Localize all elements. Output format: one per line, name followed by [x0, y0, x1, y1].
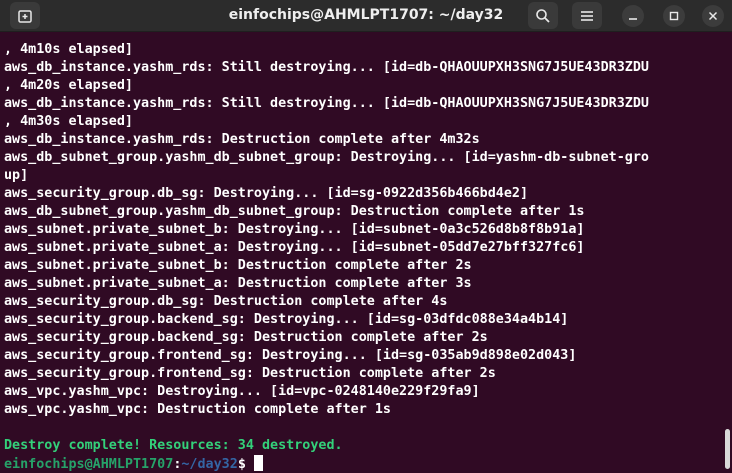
search-icon — [536, 8, 550, 23]
output-line: up] — [4, 168, 29, 183]
prompt-symbol: $ — [237, 457, 254, 472]
terminal-window: einfochips@AHMLPT1707: ~/day32 , 4m10s e… — [0, 0, 732, 473]
hamburger-menu-icon — [581, 10, 593, 21]
new-tab-icon — [18, 9, 32, 23]
menu-button[interactable] — [572, 2, 602, 29]
close-button[interactable] — [702, 5, 724, 27]
maximize-icon — [669, 11, 679, 21]
output-line: aws_db_subnet_group.yashm_db_subnet_grou… — [4, 150, 649, 165]
title-bar: einfochips@AHMLPT1707: ~/day32 — [0, 0, 732, 32]
output-line: aws_security_group.db_sg: Destruction co… — [4, 294, 448, 309]
output-line: aws_vpc.yashm_vpc: Destroying... [id=vpc… — [4, 384, 480, 399]
scrollbar[interactable] — [722, 32, 732, 473]
output-line: aws_vpc.yashm_vpc: Destruction complete … — [4, 402, 391, 417]
search-button[interactable] — [528, 2, 558, 29]
output-line: , 4m20s elapsed] — [4, 78, 133, 93]
maximize-button[interactable] — [663, 5, 685, 27]
output-line: aws_security_group.db_sg: Destroying... … — [4, 186, 529, 201]
shell-prompt[interactable]: einfochips@AHMLPT1707:~/day32$ — [4, 455, 720, 473]
close-icon — [708, 11, 718, 21]
minimize-button[interactable] — [622, 5, 644, 27]
output-line: , 4m10s elapsed] — [4, 42, 133, 57]
terminal-output[interactable]: , 4m10s elapsed] aws_db_instance.yashm_r… — [4, 41, 720, 473]
destroy-complete-message: Destroy complete! Resources: 34 destroye… — [4, 438, 343, 453]
window-title: einfochips@AHMLPT1707: ~/day32 — [228, 7, 504, 23]
output-line: aws_subnet.private_subnet_b: Destroying.… — [4, 222, 585, 237]
output-line: aws_security_group.frontend_sg: Destruct… — [4, 366, 496, 381]
scrollbar-thumb[interactable] — [725, 429, 730, 469]
output-line: aws_db_subnet_group.yashm_db_subnet_grou… — [4, 204, 585, 219]
output-line: aws_subnet.private_subnet_a: Destroying.… — [4, 240, 585, 255]
prompt-user-host: einfochips@AHMLPT1707 — [4, 457, 174, 472]
output-line: aws_subnet.private_subnet_a: Destruction… — [4, 276, 472, 291]
output-line: aws_security_group.backend_sg: Destructi… — [4, 330, 488, 345]
output-line: aws_security_group.frontend_sg: Destroyi… — [4, 348, 577, 363]
output-line: aws_subnet.private_subnet_b: Destruction… — [4, 258, 472, 273]
output-line: aws_db_instance.yashm_rds: Destruction c… — [4, 132, 480, 147]
output-line: aws_security_group.backend_sg: Destroyin… — [4, 312, 569, 327]
output-line: aws_db_instance.yashm_rds: Still destroy… — [4, 60, 649, 75]
output-line: aws_db_instance.yashm_rds: Still destroy… — [4, 96, 649, 111]
output-line: , 4m30s elapsed] — [4, 114, 133, 129]
minimize-icon — [629, 18, 637, 20]
prompt-path: ~/day32 — [181, 457, 238, 472]
text-cursor — [253, 455, 263, 471]
new-tab-button[interactable] — [10, 2, 40, 29]
